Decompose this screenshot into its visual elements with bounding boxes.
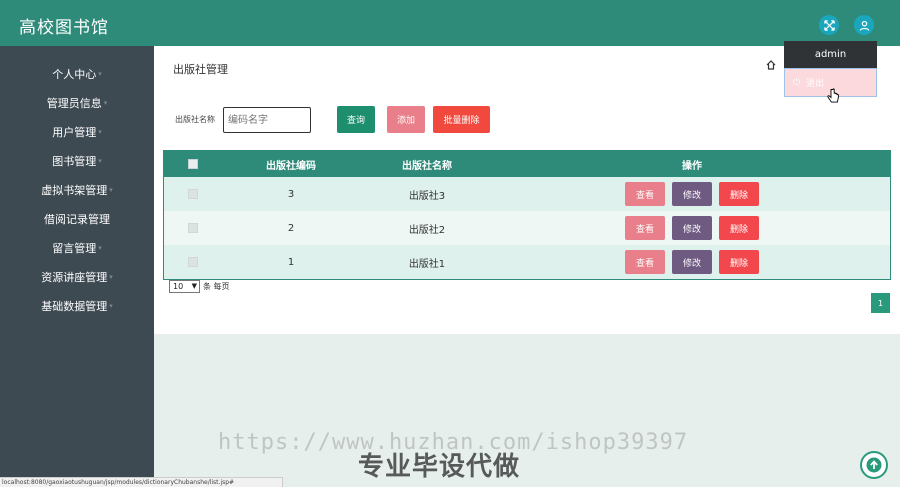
publisher-name: 出版社3 <box>408 190 446 202</box>
watermark-slogan: 专业毕设代做 <box>358 452 521 482</box>
username-label: admin <box>784 41 877 68</box>
fullscreen-icon[interactable] <box>819 15 839 35</box>
page-title: 出版社管理 <box>173 63 228 76</box>
row-checkbox[interactable] <box>188 223 198 233</box>
table-row: 3 出版社3 查看 修改 删除 <box>164 177 890 211</box>
chevron-down-icon: ▼ <box>191 282 197 290</box>
edit-button[interactable]: 修改 <box>672 182 712 206</box>
sidebar-item-label: 管理员信息 <box>46 96 102 110</box>
scroll-to-top-button[interactable] <box>860 451 888 479</box>
chevron-down-icon: ▾ <box>109 185 113 194</box>
add-button[interactable]: 添加 <box>387 106 425 133</box>
column-header-actions: 操作 <box>682 160 702 172</box>
sidebar-item-borrow-records[interactable]: 借阅记录管理 <box>0 204 154 233</box>
delete-button[interactable]: 删除 <box>719 216 759 240</box>
delete-button[interactable]: 删除 <box>719 250 759 274</box>
power-icon: ⏻ <box>793 77 801 88</box>
row-checkbox[interactable] <box>188 189 198 199</box>
batch-delete-button[interactable]: 批量删除 <box>433 106 490 133</box>
user-icon[interactable] <box>854 15 874 35</box>
sidebar-item-label: 虚拟书架管理 <box>41 183 108 197</box>
edit-button[interactable]: 修改 <box>672 216 712 240</box>
sidebar-item-virtual-shelf[interactable]: 虚拟书架管理 ▾ <box>0 175 154 204</box>
edit-button[interactable]: 修改 <box>672 250 712 274</box>
sidebar-item-label: 个人中心 <box>52 67 97 81</box>
chevron-down-icon: ▾ <box>98 243 102 252</box>
publisher-name: 出版社2 <box>408 224 446 236</box>
sidebar-item-label: 借阅记录管理 <box>44 212 110 226</box>
select-all-checkbox[interactable] <box>188 159 198 169</box>
chevron-down-icon: ▾ <box>98 69 102 78</box>
page-size-value: 10 <box>173 282 184 291</box>
chevron-down-icon: ▾ <box>109 301 113 310</box>
delete-button[interactable]: 删除 <box>719 182 759 206</box>
query-button[interactable]: 查询 <box>337 106 375 133</box>
view-button[interactable]: 查看 <box>625 182 665 206</box>
view-button[interactable]: 查看 <box>625 216 665 240</box>
publisher-name: 出版社1 <box>408 258 446 270</box>
sidebar-item-message-management[interactable]: 留言管理 ▾ <box>0 233 154 262</box>
arrow-up-icon <box>866 457 882 473</box>
sidebar-item-book-management[interactable]: 图书管理 ▾ <box>0 146 154 175</box>
logout-label: 退出 <box>806 79 825 89</box>
table-header: 出版社编码 出版社名称 操作 <box>164 151 890 177</box>
home-icon[interactable] <box>766 60 776 73</box>
sidebar-item-user-management[interactable]: 用户管理 ▾ <box>0 117 154 146</box>
chevron-down-icon: ▾ <box>98 127 102 136</box>
sidebar-item-personal-center[interactable]: 个人中心 ▾ <box>0 59 154 88</box>
sidebar-item-label: 基础数据管理 <box>41 299 108 313</box>
publisher-code: 1 <box>287 256 295 268</box>
column-header-name: 出版社名称 <box>402 160 452 172</box>
publisher-table: 出版社编码 出版社名称 操作 3 出版社3 查看 修改 删除 2 出版社2 查看… <box>163 150 891 280</box>
row-checkbox[interactable] <box>188 257 198 267</box>
per-page-label: 条 每页 <box>203 282 230 291</box>
publisher-code: 2 <box>287 222 295 234</box>
table-row: 1 出版社1 查看 修改 删除 <box>164 245 890 279</box>
chevron-down-icon: ▾ <box>103 98 108 107</box>
chevron-down-icon: ▾ <box>109 272 113 281</box>
sidebar: 个人中心 ▾ 管理员信息 ▾ 用户管理 ▾ 图书管理 ▾ 虚拟书架管理 ▾ 借阅记录管理 … <box>0 46 154 487</box>
sidebar-item-lecture-resources[interactable]: 资源讲座管理 ▾ <box>0 262 154 291</box>
view-button[interactable]: 查看 <box>625 250 665 274</box>
status-bar: localhost:8080/gaoxiaotushuguan/jsp/modu… <box>0 477 283 487</box>
top-bar: 高校图书馆 <box>0 0 900 46</box>
chevron-down-icon: ▾ <box>98 156 102 165</box>
sidebar-item-label: 图书管理 <box>52 154 97 168</box>
hand-cursor-icon <box>827 88 839 109</box>
page-size-select[interactable]: 10 ▼ <box>169 280 200 293</box>
pagination-page-1[interactable]: 1 <box>871 293 890 313</box>
search-label: 出版社名称 <box>175 115 215 124</box>
app-title: 高校图书馆 <box>19 18 109 38</box>
publisher-code: 3 <box>287 188 295 200</box>
sidebar-item-admin-info[interactable]: 管理员信息 ▾ <box>0 88 154 117</box>
sidebar-item-label: 资源讲座管理 <box>41 270 108 284</box>
publisher-name-input[interactable] <box>223 107 311 133</box>
sidebar-item-label: 用户管理 <box>52 125 97 139</box>
column-header-code: 出版社编码 <box>266 160 316 172</box>
table-row: 2 出版社2 查看 修改 删除 <box>164 211 890 245</box>
sidebar-item-base-data[interactable]: 基础数据管理 ▾ <box>0 291 154 320</box>
sidebar-item-label: 留言管理 <box>52 241 97 255</box>
